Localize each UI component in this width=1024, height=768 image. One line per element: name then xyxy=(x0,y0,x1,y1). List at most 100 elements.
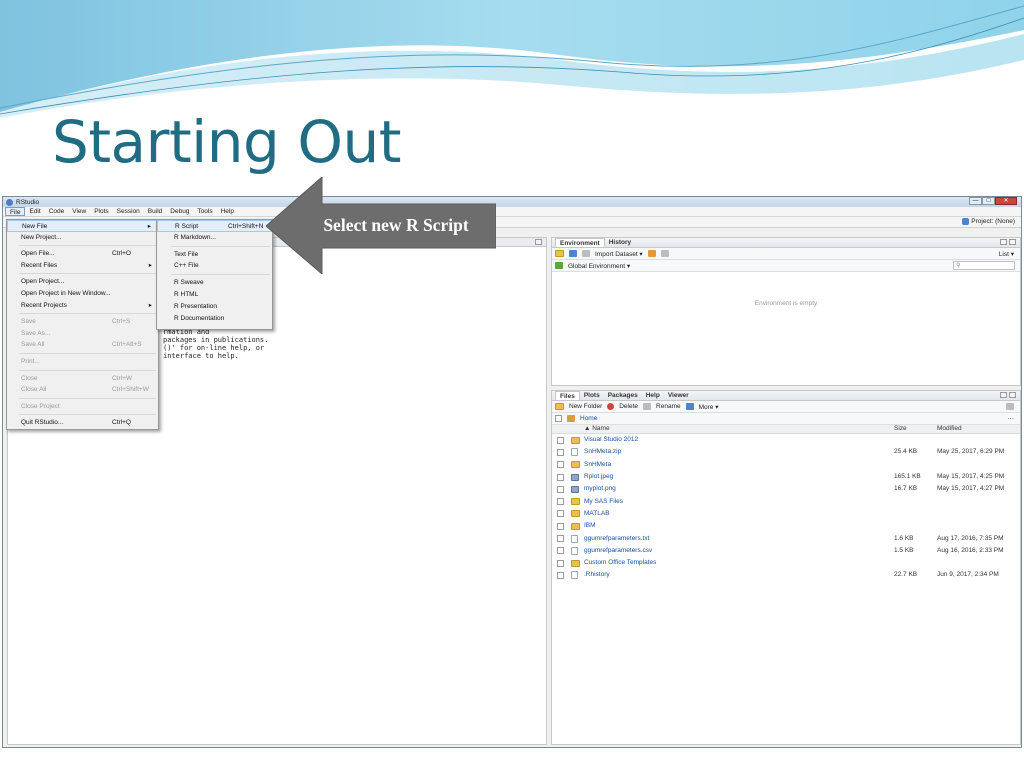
refresh-icon[interactable] xyxy=(660,250,669,257)
file-row[interactable]: MATLAB xyxy=(552,508,1020,520)
minimize-pane-icon[interactable] xyxy=(1000,392,1007,398)
menu-item-save-all[interactable]: Save All Ctrl+Alt+S xyxy=(7,339,158,351)
list-view-dropdown[interactable]: List ▾ xyxy=(999,250,1014,258)
menu-code[interactable]: Code xyxy=(45,207,69,216)
file-row-checkbox[interactable] xyxy=(557,535,564,543)
menu-build[interactable]: Build xyxy=(144,207,166,216)
menu-session[interactable]: Session xyxy=(113,207,144,216)
file-name-link[interactable]: SnHMeta xyxy=(584,459,611,471)
menu-item-new-file[interactable]: New File ▸ xyxy=(7,220,158,232)
menu-item-recent-files[interactable]: Recent Files ▸ xyxy=(7,260,158,272)
menu-item-open-project-new-window[interactable]: Open Project in New Window... xyxy=(7,288,158,300)
menu-item-open-file[interactable]: Open File... Ctrl+O xyxy=(7,248,158,260)
minimize-icon[interactable]: — xyxy=(969,197,982,205)
file-row-checkbox[interactable] xyxy=(557,559,564,567)
tab-help[interactable]: Help xyxy=(642,391,664,400)
file-row-checkbox[interactable] xyxy=(557,498,564,506)
menu-plots[interactable]: Plots xyxy=(90,207,112,216)
file-name-link[interactable]: MATLAB xyxy=(584,508,610,520)
menu-item-print[interactable]: Print... xyxy=(7,356,158,368)
file-row-checkbox[interactable] xyxy=(557,448,564,456)
file-row[interactable]: IBM xyxy=(552,520,1020,532)
menu-item-save[interactable]: Save Ctrl+S xyxy=(7,316,158,328)
file-row-checkbox[interactable] xyxy=(557,473,564,481)
file-name-link[interactable]: ggumrefparameters.txt xyxy=(584,533,649,545)
menu-item-new-project[interactable]: New Project... xyxy=(7,232,158,244)
file-row[interactable]: Rplot.jpeg 165.1 KB May 15, 2017, 4:25 PM xyxy=(552,471,1020,483)
tab-viewer[interactable]: Viewer xyxy=(664,391,693,400)
tab-environment[interactable]: Environment xyxy=(555,238,605,247)
file-row[interactable]: ggumrefparameters.txt 1.6 KB Aug 17, 2016,… xyxy=(552,532,1020,544)
more-path-icon[interactable]: ··· xyxy=(1008,415,1015,422)
maximize-icon[interactable]: □ xyxy=(982,197,995,205)
file-row-checkbox[interactable] xyxy=(557,461,564,469)
file-row-checkbox[interactable] xyxy=(557,547,564,555)
file-name-link[interactable]: My SAS Files xyxy=(584,496,623,508)
file-row-checkbox[interactable] xyxy=(557,485,564,493)
menu-help[interactable]: Help xyxy=(217,207,238,216)
load-workspace-icon[interactable] xyxy=(555,250,564,257)
tab-packages[interactable]: Packages xyxy=(604,391,642,400)
more-button[interactable]: More ▾ xyxy=(699,403,719,411)
breadcrumb-home[interactable]: Home xyxy=(580,415,597,422)
menu-tools[interactable]: Tools xyxy=(193,207,216,216)
close-icon[interactable]: ✕ xyxy=(995,197,1017,205)
restore-pane-icon[interactable] xyxy=(535,239,542,245)
maximize-pane-icon[interactable] xyxy=(1009,392,1016,398)
file-name-link[interactable]: myplot.png xyxy=(584,483,616,495)
broom-icon[interactable] xyxy=(647,250,656,257)
menu-edit[interactable]: Edit xyxy=(25,207,44,216)
environment-search-input[interactable]: ⚲ xyxy=(953,261,1015,270)
tab-files[interactable]: Files xyxy=(555,391,580,400)
menu-item-close-project[interactable]: Close Project xyxy=(7,401,158,413)
submenu-item-r-presentation[interactable]: R Presentation xyxy=(157,301,272,313)
file-row[interactable]: My SAS Files xyxy=(552,495,1020,507)
menu-item-close[interactable]: Close Ctrl+W xyxy=(7,373,158,385)
file-row-checkbox[interactable] xyxy=(557,522,564,530)
maximize-pane-icon[interactable] xyxy=(1009,239,1016,245)
menu-file[interactable]: File xyxy=(5,207,26,216)
submenu-item-r-html[interactable]: R HTML xyxy=(157,289,272,301)
menu-debug[interactable]: Debug xyxy=(166,207,193,216)
file-row[interactable]: .Rhistory 22.7 KB Jun 9, 2017, 2:34 PM xyxy=(552,569,1020,581)
tab-plots[interactable]: Plots xyxy=(580,391,604,400)
file-row[interactable]: ggumrefparameters.csv 1.5 KB Aug 16, 2016,… xyxy=(552,545,1020,557)
submenu-item-r-markdown[interactable]: R Markdown... xyxy=(157,232,272,244)
refresh-icon[interactable] xyxy=(1006,403,1014,410)
menu-view[interactable]: View xyxy=(68,207,90,216)
file-row[interactable]: SnHMeta.zip 25.4 KB May 25, 2017, 6:29 PM xyxy=(552,446,1020,458)
submenu-item-r-script[interactable]: R Script Ctrl+Shift+N xyxy=(157,220,272,232)
select-all-checkbox[interactable] xyxy=(555,415,562,422)
scope-dropdown[interactable]: Global Environment ▾ xyxy=(568,262,630,270)
save-workspace-icon[interactable] xyxy=(569,250,577,257)
console-output[interactable]: rmation and packages in publications. ()' … xyxy=(163,328,268,360)
file-row[interactable]: SnHMeta xyxy=(552,459,1020,471)
file-row-checkbox[interactable] xyxy=(557,436,564,444)
file-name-link[interactable]: ggumrefparameters.csv xyxy=(584,545,652,557)
file-name-link[interactable]: .Rhistory xyxy=(584,569,610,581)
menu-item-recent-projects[interactable]: Recent Projects ▸ xyxy=(7,300,158,312)
submenu-item-r-documentation[interactable]: R Documentation xyxy=(157,313,272,325)
submenu-item-r-sweave[interactable]: R Sweave xyxy=(157,277,272,289)
menu-item-open-project[interactable]: Open Project... xyxy=(7,276,158,288)
minimize-pane-icon[interactable] xyxy=(1000,239,1007,245)
file-name-link[interactable]: IBM xyxy=(584,520,596,532)
file-name-link[interactable]: Rplot.jpeg xyxy=(584,471,613,483)
new-folder-button[interactable]: New Folder xyxy=(569,403,602,410)
file-name-link[interactable]: SnHMeta.zip xyxy=(584,446,621,458)
file-row-checkbox[interactable] xyxy=(557,510,564,518)
file-row[interactable]: myplot.png 16.7 KB May 15, 2017, 4:27 PM xyxy=(552,483,1020,495)
file-name-link[interactable]: Custom Office Templates xyxy=(584,557,656,569)
file-row-checkbox[interactable] xyxy=(557,571,564,579)
delete-button[interactable]: Delete xyxy=(619,403,638,410)
import-dataset-button[interactable]: Import Dataset ▾ xyxy=(595,250,643,258)
menu-item-quit[interactable]: Quit RStudio... Ctrl+Q xyxy=(7,417,158,429)
rename-button[interactable]: Rename xyxy=(656,403,681,410)
menu-item-save-as[interactable]: Save As... xyxy=(7,328,158,340)
submenu-item-cpp-file[interactable]: C++ File xyxy=(157,260,272,272)
tab-history[interactable]: History xyxy=(605,238,635,247)
file-row[interactable]: Custom Office Templates xyxy=(552,557,1020,569)
project-button[interactable]: Project: (None) xyxy=(962,218,1015,225)
file-row[interactable]: Visual Studio 2012 xyxy=(552,434,1020,446)
menu-item-close-all[interactable]: Close All Ctrl+Shift+W xyxy=(7,384,158,396)
